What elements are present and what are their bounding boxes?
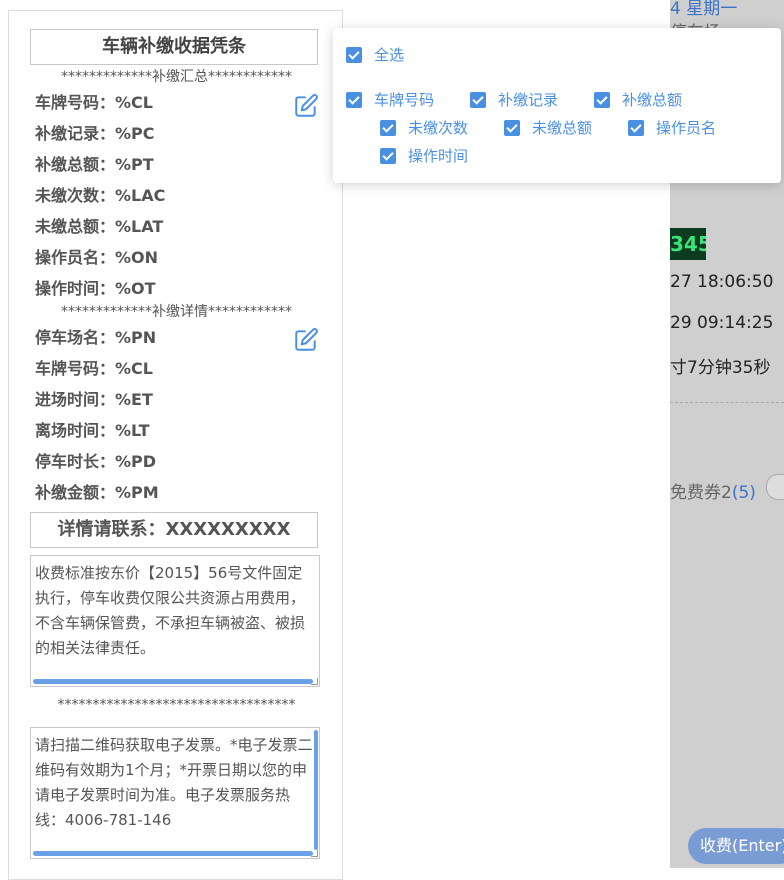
checkbox-unpaid-total[interactable]: 未缴总额 [504,117,592,138]
summary-field-plate: 车牌号码：%CL [35,93,153,112]
checkbox-checked-icon [594,91,610,108]
checkbox-checked-icon [628,119,644,136]
time-in-text: 27 18:06:50 [670,272,774,292]
notice-textarea[interactable]: 收费标准按东价【2015】56号文件固定执行，停车收费仅限公共资源占用费用，不含… [30,555,320,687]
summary-field-time: 操作时间：%OT [35,279,156,298]
checkbox-records[interactable]: 补缴记录 [470,89,558,110]
summary-field-unpaid-total: 未缴总额：%LAT [35,217,164,236]
summary-field-unpaid-count: 未缴次数：%LAC [35,186,166,205]
checkbox-checked-icon [470,91,486,108]
contact-line: 详情请联系：XXXXXXXXX [30,512,318,548]
charge-button[interactable]: 收费(Enter) [688,828,784,864]
checkbox-checked-icon [380,119,396,136]
vertical-scrollbar[interactable] [314,730,318,850]
checkbox-total[interactable]: 补缴总额 [594,89,682,110]
detail-separator: *************补缴详情************ [61,304,292,320]
resize-grip-icon[interactable] [311,850,318,857]
time-out-text: 29 09:14:25 [670,313,774,333]
divider [670,402,784,403]
notice-text: 收费标准按东价【2015】56号文件固定执行，停车收费仅限公共资源占用费用，不含… [35,564,306,657]
checkbox-checked-icon [346,46,362,63]
detail-field-duration: 停车时长：%PD [35,452,157,471]
summary-separator: *************补缴汇总************ [61,69,292,85]
horizontal-scrollbar[interactable] [33,679,313,684]
horizontal-scrollbar[interactable] [33,851,313,856]
checkbox-checked-icon [380,147,396,164]
receipt-title: 车辆补缴收据凭条 [30,29,318,65]
detail-field-plate: 车牌号码：%CL [35,359,153,378]
coupon-label[interactable]: 免费券2(5) [670,478,756,503]
receipt-preview: 车辆补缴收据凭条 *************补缴汇总************ 车… [8,10,343,880]
edit-icon[interactable] [293,327,319,353]
summary-field-operator: 操作员名：%ON [35,248,159,267]
checkbox-checked-icon [504,119,520,136]
resize-grip-icon[interactable] [311,678,318,685]
checkbox-unpaid-count[interactable]: 未缴次数 [380,117,468,138]
select-all-checkbox[interactable]: 全选 [346,44,404,65]
edit-icon[interactable] [293,93,319,119]
summary-field-records: 补缴记录：%PC [35,124,155,143]
checkbox-operator[interactable]: 操作员名 [628,117,716,138]
summary-field-total: 补缴总额：%PT [35,155,154,174]
checkbox-operation-time[interactable]: 操作时间 [380,145,468,166]
checkbox-plate[interactable]: 车牌号码 [346,89,434,110]
invoice-textarea[interactable]: 请扫描二维码获取电子发票。*电子发票二维码有效期为1个月；*开票日期以您的申请电… [30,727,320,859]
detail-field-parking-name: 停车场名：%PN [35,328,157,347]
coupon-toggle[interactable] [766,474,784,500]
date-text: 4 星期一 [670,0,738,19]
field-select-popup: 全选 车牌号码 补缴记录 补缴总额 未缴次数 未缴总额 操作员名 操作时间 [333,28,781,183]
checkbox-checked-icon [346,91,362,108]
detail-field-exit-time: 离场时间：%LT [35,421,150,440]
detail-field-entry-time: 进场时间：%ET [35,390,153,409]
plate-display: 345 [670,228,706,260]
duration-text: 寸7分钟35秒 [670,358,771,378]
invoice-text: 请扫描二维码获取电子发票。*电子发票二维码有效期为1个月；*开票日期以您的申请电… [35,736,313,829]
detail-field-amount: 补缴金额：%PM [35,483,159,502]
bottom-separator: ********************************** [57,697,296,713]
